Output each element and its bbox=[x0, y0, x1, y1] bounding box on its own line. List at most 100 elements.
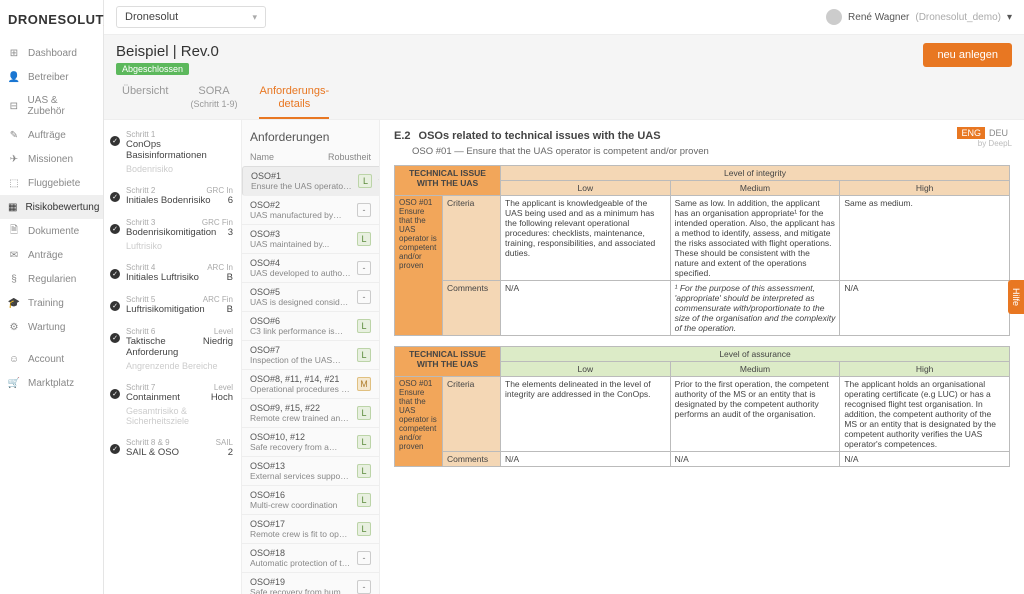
tab-sora[interactable]: SORA(Schritt 1-9) bbox=[190, 85, 237, 119]
app-logo: DRONESOLUT_| bbox=[0, 4, 103, 41]
sidebar-item-missionen[interactable]: ✈Missionen bbox=[0, 147, 103, 171]
assurance-table: TECHNICAL ISSUE WITH THE UASLevel of ass… bbox=[394, 346, 1010, 467]
language-switch[interactable]: ENGDEU by DeepL bbox=[957, 128, 1012, 148]
user-name: René Wagner bbox=[848, 12, 909, 23]
check-icon: ✓ bbox=[110, 389, 120, 399]
section-title: E.2OSOs related to technical issues with… bbox=[394, 130, 1010, 142]
sidebar-item-dokumente[interactable]: 🗎Dokumente bbox=[0, 219, 103, 243]
tabs: Übersicht SORA(Schritt 1-9) Anforderungs… bbox=[104, 75, 1024, 120]
sidebar-item-anträge[interactable]: ✉Anträge bbox=[0, 243, 103, 267]
lang-deu[interactable]: DEU bbox=[985, 127, 1012, 139]
check-icon: ✓ bbox=[110, 136, 120, 146]
requirement-row[interactable]: OSO#6C3 link performance is…L bbox=[242, 312, 379, 341]
requirement-row[interactable]: OSO#19Safe recovery from human…- bbox=[242, 573, 379, 594]
topbar: Dronesolut René Wagner (Dronesolut_demo)… bbox=[104, 0, 1024, 35]
sidebar-item-training[interactable]: 🎓Training bbox=[0, 291, 103, 315]
step-item[interactable]: ✓Schritt 6LevelTaktische AnforderungNied… bbox=[110, 323, 235, 379]
sidebar-item-wartung[interactable]: ⚙Wartung bbox=[0, 315, 103, 339]
requirement-row[interactable]: OSO#5UAS is designed considering…- bbox=[242, 283, 379, 312]
requirements-heading: Anforderungen bbox=[242, 120, 379, 150]
requirement-row[interactable]: OSO#17Remote crew is fit to operateL bbox=[242, 515, 379, 544]
lang-provider: by DeepL bbox=[978, 139, 1012, 148]
robustness-badge: - bbox=[357, 261, 371, 275]
robustness-badge: L bbox=[357, 522, 371, 536]
step-item[interactable]: ✓Schritt 8 & 9SAILSAIL & OSO2 bbox=[110, 434, 235, 466]
detail-column: ENGDEU by DeepL E.2OSOs related to techn… bbox=[380, 120, 1024, 594]
check-icon: ✓ bbox=[110, 192, 120, 202]
step-item[interactable]: ✓Schritt 4ARC InInitiales LuftrisikoB bbox=[110, 259, 235, 291]
requirements-column: Anforderungen NameRobustheit OSO#1Ensure… bbox=[242, 120, 380, 594]
sidebar-item-aufträge[interactable]: ✎Aufträge bbox=[0, 123, 103, 147]
step-item[interactable]: ✓Schritt 1ConOps BasisinformationenBoden… bbox=[110, 126, 235, 182]
org-selector[interactable]: Dronesolut bbox=[116, 6, 266, 28]
robustness-badge: L bbox=[357, 493, 371, 507]
requirement-row[interactable]: OSO#13External services supporting…L bbox=[242, 457, 379, 486]
nav-icon: ✈ bbox=[8, 153, 20, 165]
nav-icon: 🗎 bbox=[8, 225, 20, 237]
robustness-badge: - bbox=[357, 551, 371, 565]
sidebar-item-account[interactable]: ☺Account bbox=[0, 347, 103, 371]
robustness-badge: L bbox=[357, 232, 371, 246]
sidebar-item-dashboard[interactable]: ⊞Dashboard bbox=[0, 41, 103, 65]
sidebar-item-betreiber[interactable]: 👤Betreiber bbox=[0, 65, 103, 89]
page-title: Beispiel | Rev.0 bbox=[116, 43, 219, 60]
nav-icon: ⚙ bbox=[8, 321, 20, 333]
nav-icon: ⬚ bbox=[8, 177, 20, 189]
requirement-row[interactable]: OSO#9, #15, #22Remote crew trained and…L bbox=[242, 399, 379, 428]
sidebar-item-regularien[interactable]: §Regularien bbox=[0, 267, 103, 291]
user-org: (Dronesolut_demo) bbox=[915, 12, 1001, 23]
new-button[interactable]: neu anlegen bbox=[923, 43, 1012, 67]
requirement-row[interactable]: OSO#1Ensure the UAS operator is…L bbox=[242, 166, 380, 196]
nav-icon: ▦ bbox=[8, 201, 17, 213]
requirement-row[interactable]: OSO#8, #11, #14, #21Operational procedur… bbox=[242, 370, 379, 399]
nav-icon: 🎓 bbox=[8, 297, 20, 309]
requirement-row[interactable]: OSO#7Inspection of the UAS…L bbox=[242, 341, 379, 370]
step-item[interactable]: ✓Schritt 5ARC FinLuftrisikomitigationB bbox=[110, 291, 235, 323]
check-icon: ✓ bbox=[110, 333, 120, 343]
sidebar-item-risikobewertung[interactable]: ▦Risikobewertung bbox=[0, 195, 103, 219]
nav-icon: ☺ bbox=[8, 353, 20, 365]
robustness-badge: L bbox=[358, 174, 372, 188]
steps-column: ✓Schritt 1ConOps BasisinformationenBoden… bbox=[104, 120, 242, 594]
robustness-badge: L bbox=[357, 464, 371, 478]
requirement-row[interactable]: OSO#4UAS developed to authority…- bbox=[242, 254, 379, 283]
check-icon: ✓ bbox=[110, 444, 120, 454]
robustness-badge: - bbox=[357, 203, 371, 217]
nav-icon: ✉ bbox=[8, 249, 20, 261]
robustness-badge: L bbox=[357, 435, 371, 449]
robustness-badge: L bbox=[357, 406, 371, 420]
nav-icon: ⊞ bbox=[8, 47, 20, 59]
requirement-row[interactable]: OSO#2UAS manufactured by…- bbox=[242, 196, 379, 225]
requirement-row[interactable]: OSO#10, #12Safe recovery from a…L bbox=[242, 428, 379, 457]
avatar-icon bbox=[826, 9, 842, 25]
tab-overview[interactable]: Übersicht bbox=[122, 85, 168, 119]
requirement-row[interactable]: OSO#16Multi-crew coordinationL bbox=[242, 486, 379, 515]
robustness-badge: L bbox=[357, 348, 371, 362]
sidebar-item-uas & zubehör[interactable]: ⊟UAS & Zubehör bbox=[0, 89, 103, 123]
integrity-table: TECHNICAL ISSUE WITH THE UASLevel of int… bbox=[394, 165, 1010, 336]
check-icon: ✓ bbox=[110, 224, 120, 234]
status-badge: Abgeschlossen bbox=[116, 63, 189, 75]
robustness-badge: L bbox=[357, 319, 371, 333]
section-subtitle: OSO #01 — Ensure that the UAS operator i… bbox=[412, 146, 1010, 157]
sidebar: DRONESOLUT_| ⊞Dashboard👤Betreiber⊟UAS & … bbox=[0, 0, 104, 594]
nav-icon: 🛒 bbox=[8, 377, 20, 389]
help-tab[interactable]: Hilfe bbox=[1008, 280, 1024, 314]
user-menu[interactable]: René Wagner (Dronesolut_demo) ▾ bbox=[826, 9, 1012, 25]
requirement-row[interactable]: OSO#3UAS maintained by...L bbox=[242, 225, 379, 254]
step-item[interactable]: ✓Schritt 2GRC InInitiales Bodenrisiko6 bbox=[110, 182, 235, 214]
nav-icon: ⊟ bbox=[8, 100, 20, 112]
nav-icon: 👤 bbox=[8, 71, 20, 83]
tab-details[interactable]: Anforderungs-details bbox=[259, 85, 329, 119]
step-item[interactable]: ✓Schritt 7LevelContainmentHochGesamtrisi… bbox=[110, 379, 235, 434]
requirement-row[interactable]: OSO#18Automatic protection of the…- bbox=[242, 544, 379, 573]
lang-eng[interactable]: ENG bbox=[957, 127, 985, 139]
step-item[interactable]: ✓Schritt 3GRC FinBodenrisikomitigation3L… bbox=[110, 214, 235, 259]
robustness-badge: - bbox=[357, 580, 371, 594]
sidebar-item-marktplatz[interactable]: 🛒Marktplatz bbox=[0, 371, 103, 395]
sidebar-item-fluggebiete[interactable]: ⬚Fluggebiete bbox=[0, 171, 103, 195]
chevron-down-icon: ▾ bbox=[1007, 12, 1012, 23]
robustness-badge: - bbox=[357, 290, 371, 304]
nav-icon: ✎ bbox=[8, 129, 20, 141]
nav-icon: § bbox=[8, 273, 20, 285]
